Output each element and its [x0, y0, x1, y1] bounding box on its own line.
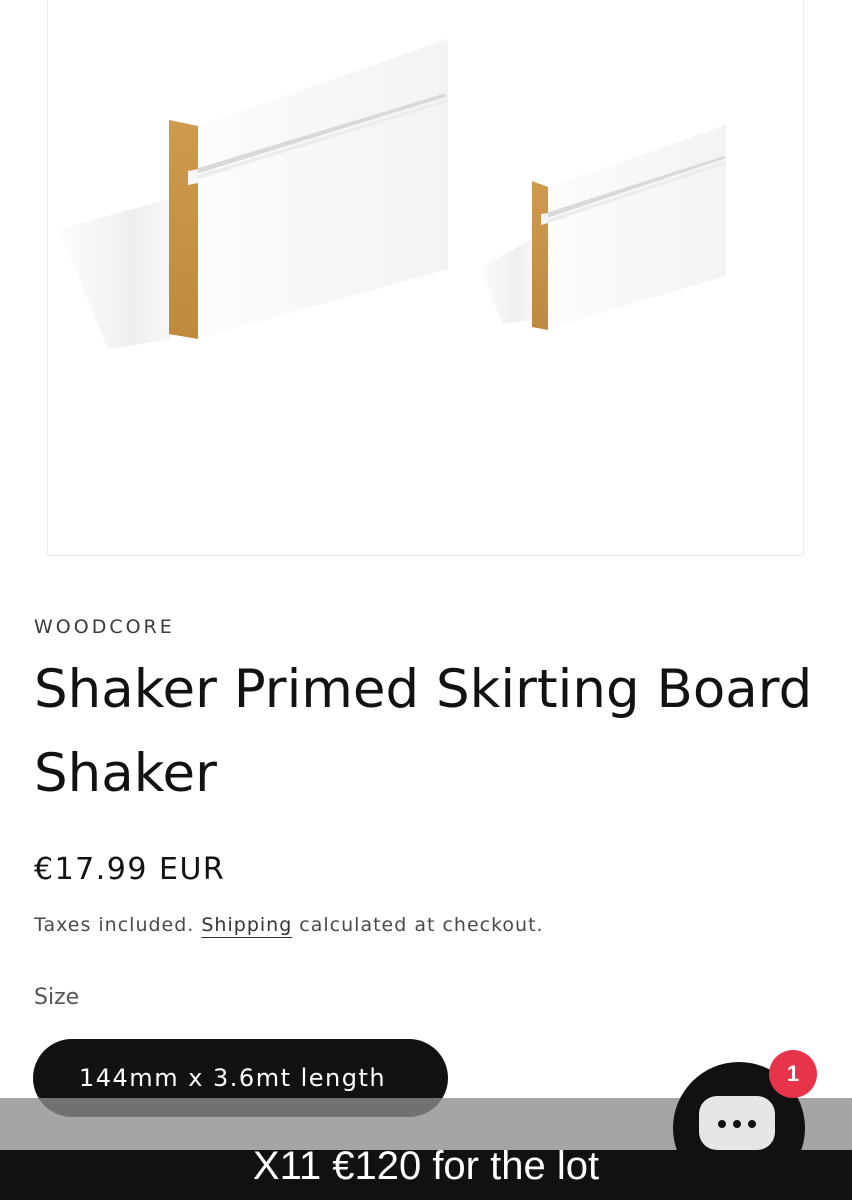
tax-note-text: Taxes included.	[34, 914, 202, 936]
product-price: €17.99 EUR	[34, 852, 226, 887]
size-label: Size	[34, 985, 80, 1010]
chat-dot-icon	[718, 1120, 726, 1128]
skirting-board-illustration	[58, 37, 726, 349]
tax-shipping-note: Taxes included. Shipping calculated at c…	[34, 914, 544, 936]
tax-note-suffix: calculated at checkout.	[292, 914, 544, 936]
product-title: Shaker Primed Skirting Board Shaker	[34, 659, 813, 804]
small-board	[478, 121, 726, 330]
chat-notification-badge: 1	[769, 1050, 817, 1098]
large-board	[58, 37, 448, 349]
product-vendor: WOODCORE	[34, 616, 175, 638]
chat-bubble-icon	[699, 1096, 775, 1150]
shipping-link[interactable]: Shipping	[201, 914, 292, 936]
chat-dot-icon	[733, 1120, 741, 1128]
product-page: WOODCORE Shaker Primed Skirting Board Sh…	[0, 0, 852, 1200]
chat-dot-icon	[748, 1120, 756, 1128]
product-image[interactable]	[47, 0, 804, 556]
